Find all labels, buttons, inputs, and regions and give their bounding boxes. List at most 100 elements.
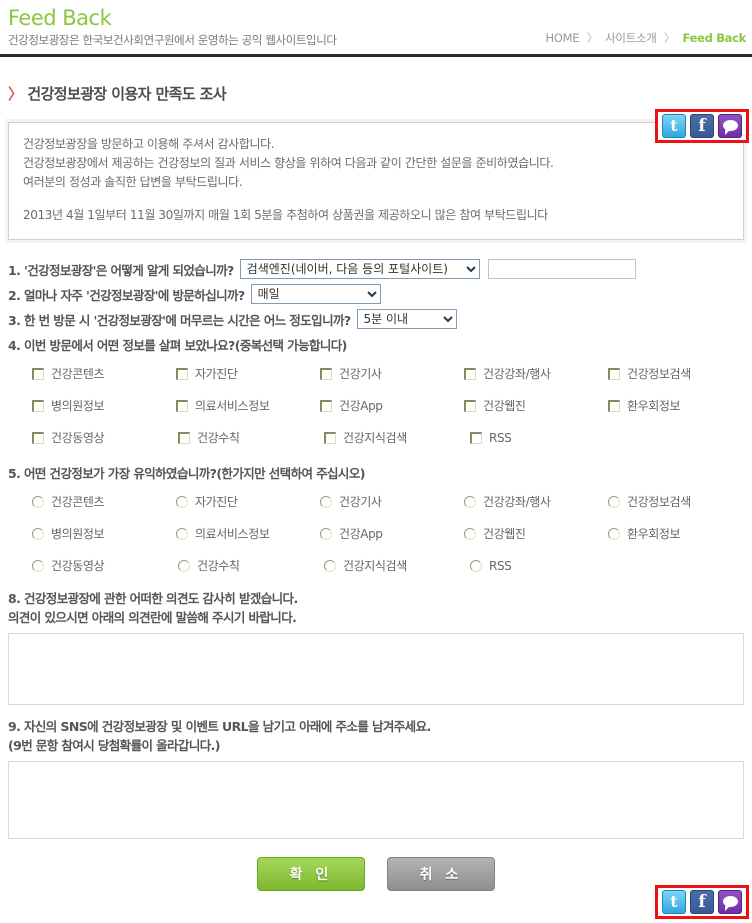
question-8-block: 8. 건강정보광장에 관한 어떠한 의견도 감사히 받겠습니다. 의견이 있으시…	[8, 589, 752, 705]
checkbox-icon[interactable]	[178, 431, 190, 444]
checkbox-icon[interactable]	[464, 367, 476, 380]
breadcrumb: HOME 〉 사이트소개 〉 Feed Back	[546, 30, 747, 46]
option-row: 건강동영상 건강수칙 건강지식검색 RSS	[32, 557, 752, 574]
checkbox-option[interactable]: 환우회정보	[608, 397, 752, 414]
radio-option[interactable]: 건강수칙	[178, 557, 324, 574]
question-5-row: 5. 어떤 건강정보가 가장 유익하였습니까? (한가지만 선택하여 주십시오)	[8, 461, 752, 483]
checkbox-option[interactable]: 병의원정보	[32, 397, 176, 414]
radio-icon[interactable]	[32, 495, 44, 508]
checkbox-option[interactable]: 건강기사	[320, 365, 464, 382]
notice-line-4: 2013년 4월 1일부터 11월 30일까지 매월 1회 5분을 추첨하여 상…	[23, 208, 548, 222]
twitter-icon[interactable]: t	[662, 114, 686, 138]
question-1-row: 1. '건강정보광장'은 어떻게 알게 되었습니까? 검색엔진(네이버, 다음 …	[8, 258, 752, 280]
radio-option[interactable]: 병의원정보	[32, 525, 176, 542]
notice-line-3: 여러분의 정성과 솔직한 답변을 부탁드립니다.	[23, 175, 243, 189]
radio-option[interactable]: 건강App	[320, 525, 464, 542]
radio-icon[interactable]	[320, 495, 332, 508]
notice-line-1: 건강정보광장을 방문하고 이용해 주셔서 감사합니다.	[23, 137, 275, 151]
chevron-right-icon: 〉	[8, 85, 23, 103]
site-title: Feed Back	[8, 6, 112, 30]
radio-option[interactable]: 자가진단	[176, 493, 320, 510]
form-actions: 확 인 취 소	[0, 857, 752, 891]
facebook-icon[interactable]: f	[690, 890, 714, 914]
question-2-select[interactable]: 매일	[250, 284, 381, 304]
checkbox-icon[interactable]	[176, 399, 188, 412]
radio-option[interactable]: 의료서비스정보	[176, 525, 320, 542]
radio-icon[interactable]	[178, 559, 190, 572]
radio-option[interactable]: 건강동영상	[32, 557, 178, 574]
social-share-box-top: t f	[655, 109, 749, 143]
question-5-options: 건강콘텐츠 자가진단 건강기사 건강강좌/행사 건강정보검색 병의원정보 의료서…	[32, 493, 752, 574]
social-share-box-bottom: t f	[655, 885, 749, 919]
checkbox-icon[interactable]	[608, 367, 620, 380]
page-title: 〉 건강정보광장 이용자 만족도 조사	[8, 83, 752, 104]
checkbox-option[interactable]: 건강강좌/행사	[464, 365, 608, 382]
question-8-line-2: 의견이 있으시면 아래의 의견란에 말씀해 주시기 바랍니다.	[8, 610, 297, 625]
me2day-icon[interactable]	[718, 890, 742, 914]
question-9-line-1: 9. 자신의 SNS에 건강정보광장 및 이벤트 URL을 남기고 아래에 주소…	[8, 719, 431, 734]
radio-icon[interactable]	[320, 527, 332, 540]
cancel-button[interactable]: 취 소	[387, 857, 495, 891]
checkbox-icon[interactable]	[32, 367, 44, 380]
radio-icon[interactable]	[464, 527, 476, 540]
checkbox-option[interactable]: 건강수칙	[178, 429, 324, 446]
radio-icon[interactable]	[176, 527, 188, 540]
checkbox-option[interactable]: 건강콘텐츠	[32, 365, 176, 382]
me2day-icon[interactable]	[718, 114, 742, 138]
checkbox-icon[interactable]	[324, 431, 336, 444]
breadcrumb-current: Feed Back	[682, 31, 746, 45]
checkbox-icon[interactable]	[320, 367, 332, 380]
checkbox-icon[interactable]	[608, 399, 620, 412]
checkbox-icon[interactable]	[32, 399, 44, 412]
question-8-textarea[interactable]	[8, 633, 744, 705]
question-2-row: 2. 얼마나 자주 '건강정보광장'에 방문하십니까? 매일	[8, 283, 752, 305]
question-5-hint: (한가지만 선택하여 주십시오)	[216, 465, 365, 481]
breadcrumb-home[interactable]: HOME	[546, 31, 580, 45]
checkbox-icon[interactable]	[32, 431, 44, 444]
checkbox-icon[interactable]	[320, 399, 332, 412]
question-9-textarea[interactable]	[8, 761, 744, 839]
radio-icon[interactable]	[324, 559, 336, 572]
question-3-select[interactable]: 5분 이내	[356, 309, 457, 329]
option-row: 건강콘텐츠 자가진단 건강기사 건강강좌/행사 건강정보검색	[32, 365, 752, 382]
breadcrumb-separator-icon: 〉	[586, 31, 599, 45]
checkbox-option[interactable]: 자가진단	[176, 365, 320, 382]
radio-option[interactable]: 건강정보검색	[608, 493, 752, 510]
question-1-text-input[interactable]	[487, 259, 636, 279]
radio-option[interactable]: 건강기사	[320, 493, 464, 510]
checkbox-option[interactable]: 건강웹진	[464, 397, 608, 414]
checkbox-option[interactable]: 의료서비스정보	[176, 397, 320, 414]
checkbox-option[interactable]: 건강지식검색	[324, 429, 470, 446]
question-3-row: 3. 한 번 방문 시 '건강정보광장'에 머무르는 시간은 어느 정도입니까?…	[8, 308, 752, 330]
checkbox-option[interactable]: 건강동영상	[32, 429, 178, 446]
radio-option[interactable]: 건강강좌/행사	[464, 493, 608, 510]
facebook-icon[interactable]: f	[690, 114, 714, 138]
radio-option[interactable]: 건강웹진	[464, 525, 608, 542]
breadcrumb-separator-icon: 〉	[663, 31, 676, 45]
option-row: 건강콘텐츠 자가진단 건강기사 건강강좌/행사 건강정보검색	[32, 493, 752, 510]
radio-icon[interactable]	[470, 559, 482, 572]
confirm-button[interactable]: 확 인	[257, 857, 365, 891]
checkbox-icon[interactable]	[464, 399, 476, 412]
question-1-select[interactable]: 검색엔진(네이버, 다음 등의 포털사이트)	[239, 259, 480, 279]
radio-icon[interactable]	[608, 527, 620, 540]
radio-option[interactable]: 건강지식검색	[324, 557, 470, 574]
breadcrumb-section[interactable]: 사이트소개	[605, 31, 657, 45]
radio-option[interactable]: 건강콘텐츠	[32, 493, 176, 510]
radio-icon[interactable]	[32, 559, 44, 572]
radio-icon[interactable]	[176, 495, 188, 508]
radio-option[interactable]: 환우회정보	[608, 525, 752, 542]
radio-icon[interactable]	[464, 495, 476, 508]
radio-icon[interactable]	[32, 527, 44, 540]
twitter-icon[interactable]: t	[662, 890, 686, 914]
checkbox-icon[interactable]	[470, 431, 482, 444]
checkbox-option[interactable]: RSS	[470, 429, 616, 446]
radio-icon[interactable]	[608, 495, 620, 508]
page-header: Feed Back 건강정보광장은 한국보건사회연구원에서 운영하는 공익 웹사…	[0, 0, 752, 50]
checkbox-option[interactable]: 건강정보검색	[608, 365, 752, 382]
radio-option[interactable]: RSS	[470, 557, 616, 574]
checkbox-option[interactable]: 건강App	[320, 397, 464, 414]
question-8-line-1: 8. 건강정보광장에 관한 어떠한 의견도 감사히 받겠습니다.	[8, 591, 298, 606]
question-5-label: 5. 어떤 건강정보가 가장 유익하였습니까?	[8, 465, 217, 481]
checkbox-icon[interactable]	[176, 367, 188, 380]
